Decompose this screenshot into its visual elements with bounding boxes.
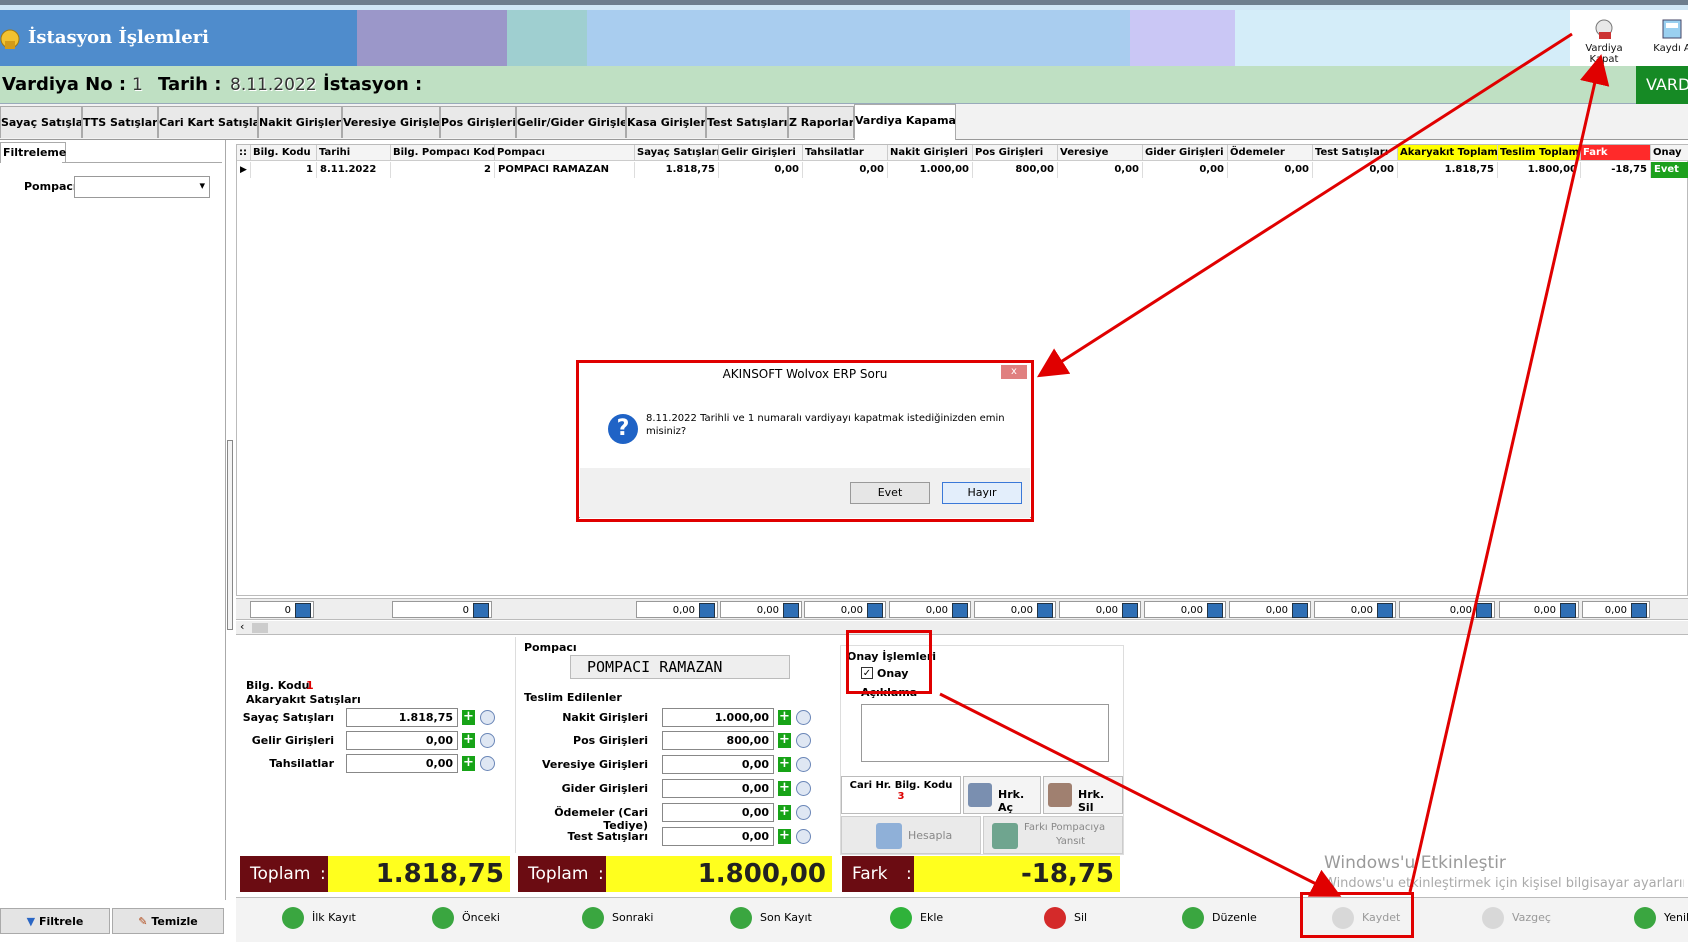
arrow-to-close-shift	[1408, 54, 1610, 893]
arrow-to-save	[939, 692, 1342, 897]
arrow-to-dialog	[1036, 32, 1573, 378]
annotation-arrows	[939, 32, 1610, 897]
